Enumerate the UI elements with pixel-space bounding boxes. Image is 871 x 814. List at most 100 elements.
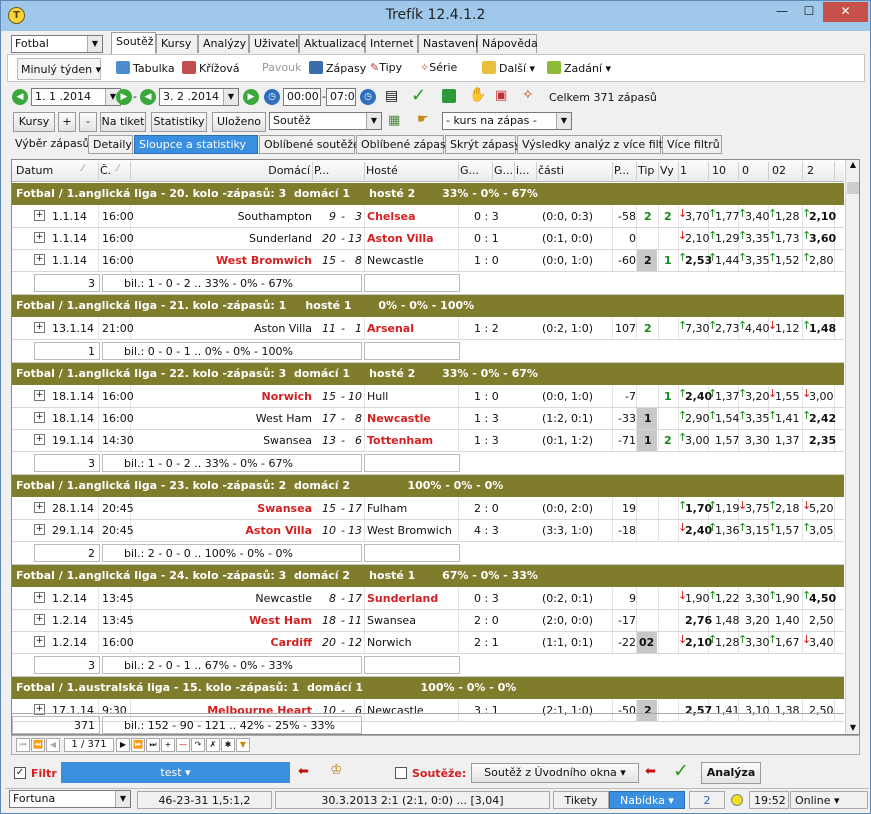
column-header-6[interactable]: G... — [494, 164, 513, 177]
sort-icon[interactable]: ⁄ — [82, 164, 84, 174]
date-from-input[interactable]: 1. 1 .2014 ▼ — [31, 88, 121, 106]
check-icon[interactable]: ✓ — [673, 760, 689, 782]
clock-icon[interactable]: ◷ — [264, 89, 280, 105]
krizova-button[interactable]: Křížová — [179, 57, 243, 79]
table-row[interactable]: +28.1.14 20:45 Swansea 15-17 Fulham 2 : 0 (0:0… — [12, 498, 844, 520]
expand-icon[interactable]: + — [34, 390, 45, 401]
tipy-button[interactable]: ✎Tipy — [367, 57, 405, 79]
close-button[interactable]: ✕ — [823, 2, 868, 22]
expand-icon[interactable]: + — [34, 232, 45, 243]
analyza-button[interactable]: Analýza — [701, 762, 761, 784]
first-record-icon[interactable]: ⏮ — [16, 738, 30, 752]
column-header-13[interactable]: 10 — [712, 164, 726, 177]
group-header[interactable]: Fotbal / 1.anglická liga - 20. kolo -záp… — [12, 183, 844, 206]
table-row[interactable]: +18.1.14 16:00 West Ham 17-8 Newcastle 1 : 3 (… — [12, 408, 844, 430]
expand-icon[interactable]: + — [34, 210, 45, 221]
column-header-16[interactable]: 2 — [807, 164, 814, 177]
scroll-up-icon[interactable]: ▲ — [846, 160, 859, 169]
column-header-3[interactable]: P... — [314, 164, 329, 177]
soutez-select[interactable]: Soutěž ▼ — [269, 112, 382, 130]
table-row[interactable]: +19.1.14 14:30 Swansea 13-6 Tottenham 1 : 3 (0… — [12, 430, 844, 452]
column-header-5[interactable]: G... — [460, 164, 479, 177]
filter-select[interactable]: test ▾ — [61, 762, 290, 783]
menu-tab-0[interactable]: Soutěž — [111, 32, 156, 54]
column-header-8[interactable]: části — [538, 164, 564, 177]
check-icon[interactable]: ✓ — [411, 85, 426, 106]
cancel-icon[interactable]: ✗ — [206, 738, 220, 752]
minus-button[interactable]: - — [79, 112, 97, 132]
print-icon[interactable]: ▣ — [495, 88, 507, 103]
next-page-icon[interactable]: ⏩ — [131, 738, 145, 752]
expand-icon[interactable]: + — [34, 502, 45, 513]
table-row[interactable]: +18.1.14 16:00 Norwich 15-10 Hull 1 : 0 (0:0, … — [12, 386, 844, 408]
view-tab-7[interactable]: Více filtrů — [662, 135, 722, 154]
filter-icon[interactable]: ▼ — [236, 738, 250, 752]
column-header-2[interactable]: Domácí — [262, 164, 310, 177]
kursy-button[interactable]: Kursy — [13, 112, 55, 132]
table-row[interactable]: +1.1.14 16:00 Southampton 9-3 Chelsea 0 : 3 (0… — [12, 206, 844, 228]
column-header-9[interactable]: P... — [614, 164, 629, 177]
excel-icon[interactable] — [442, 89, 456, 103]
minimize-button[interactable]: — — [769, 2, 795, 22]
table-row[interactable]: +1.1.14 16:00 West Bromwich 15-8 Newcastle 1 … — [12, 250, 844, 272]
scroll-thumb[interactable] — [847, 182, 859, 194]
tabulka-button[interactable]: Tabulka — [113, 57, 178, 79]
vertical-scrollbar[interactable]: ▲ ▼ — [845, 160, 859, 734]
asterisk-icon[interactable]: ✱ — [221, 738, 235, 752]
prev-record-icon[interactable]: ◀ — [46, 738, 60, 752]
group-header[interactable]: Fotbal / 1.anglická liga - 23. kolo -záp… — [12, 475, 844, 498]
nabidka-button[interactable]: Nabídka ▾ — [609, 791, 685, 809]
clock-icon[interactable]: ◷ — [360, 89, 376, 105]
kurs-select[interactable]: - kurs na zápas - ▼ — [442, 112, 572, 130]
menu-tab-6[interactable]: Nastavení — [418, 34, 478, 53]
ulozeno-button[interactable]: Uloženo — [212, 112, 266, 132]
expand-icon[interactable]: + — [34, 592, 45, 603]
view-tab-6[interactable]: Výsledky analýz z více filtrů — [517, 135, 675, 154]
prev-page-icon[interactable]: ⏪ — [31, 738, 45, 752]
time-from-input[interactable]: 00:00 — [283, 88, 321, 106]
serie-button[interactable]: ✧Série — [417, 57, 460, 79]
table-row[interactable]: +13.1.14 21:00 Aston Villa 11-1 Arsenal 1 : 2… — [12, 318, 844, 340]
prev-arrow-icon[interactable]: ◀ — [12, 89, 28, 105]
column-header-0[interactable]: Datum — [16, 164, 53, 177]
expand-icon[interactable]: + — [34, 412, 45, 423]
zadani-button[interactable]: Zadání ▾ — [544, 57, 614, 79]
group-header[interactable]: Fotbal / 1.anglická liga - 22. kolo -záp… — [12, 363, 844, 386]
view-tab-1[interactable]: Detaily — [88, 135, 133, 154]
period-select[interactable]: Minulý týden ▾ — [17, 58, 101, 80]
expand-icon[interactable]: + — [34, 254, 45, 265]
menu-tab-1[interactable]: Kursy — [156, 34, 198, 53]
next-arrow-icon[interactable]: ▶ — [243, 89, 259, 105]
bookmaker-select[interactable]: Fortuna ▼ — [9, 790, 131, 808]
menu-tab-4[interactable]: Aktualizace — [299, 34, 367, 53]
hand-icon[interactable]: ✋ — [469, 87, 486, 103]
people-icon[interactable]: ♔ — [330, 762, 343, 778]
next-record-icon[interactable]: ▶ — [116, 738, 130, 752]
view-tab-4[interactable]: Oblíbené zápasy — [356, 135, 452, 154]
dalsi-button[interactable]: Další ▾ — [479, 57, 538, 79]
soutezi-checkbox[interactable] — [395, 767, 407, 779]
table-row[interactable]: +1.2.14 13:45 West Ham 18-11 Swansea 2 : 0 (2:… — [12, 610, 844, 632]
zapasy-button[interactable]: Zápasy — [306, 57, 369, 79]
view-tab-0[interactable]: Výběr zápasů — [11, 135, 89, 154]
add-record-icon[interactable]: + — [161, 738, 175, 752]
expand-icon[interactable]: + — [34, 614, 45, 625]
sort-icon[interactable]: ⁄ — [117, 164, 119, 174]
refresh-icon[interactable]: ↷ — [191, 738, 205, 752]
group-header[interactable]: Fotbal / 1.anglická liga - 24. kolo -záp… — [12, 565, 844, 588]
grid-icon[interactable]: ▦ — [388, 113, 400, 128]
view-tab-3[interactable]: Oblíbené soutěže — [259, 135, 360, 154]
sport-select[interactable]: Fotbal ▼ — [11, 35, 103, 53]
scroll-down-icon[interactable]: ▼ — [846, 723, 859, 732]
prev-arrow-icon[interactable]: ◀ — [140, 89, 156, 105]
expand-icon[interactable]: + — [34, 524, 45, 535]
expand-icon[interactable]: + — [34, 322, 45, 333]
delete-record-icon[interactable]: — — [176, 738, 190, 752]
group-header[interactable]: Fotbal / 1.anglická liga - 21. kolo -záp… — [12, 295, 844, 318]
time-to-input[interactable]: 07:00 — [326, 88, 356, 106]
last-record-icon[interactable]: ⏭ — [146, 738, 160, 752]
view-tab-2[interactable]: Sloupce a statistiky — [134, 135, 258, 154]
view-tab-5[interactable]: Skrýt zápasy — [445, 135, 521, 154]
tikety-button[interactable]: Tikety — [553, 791, 609, 809]
magic-wand-icon[interactable]: ✧ — [522, 87, 534, 103]
